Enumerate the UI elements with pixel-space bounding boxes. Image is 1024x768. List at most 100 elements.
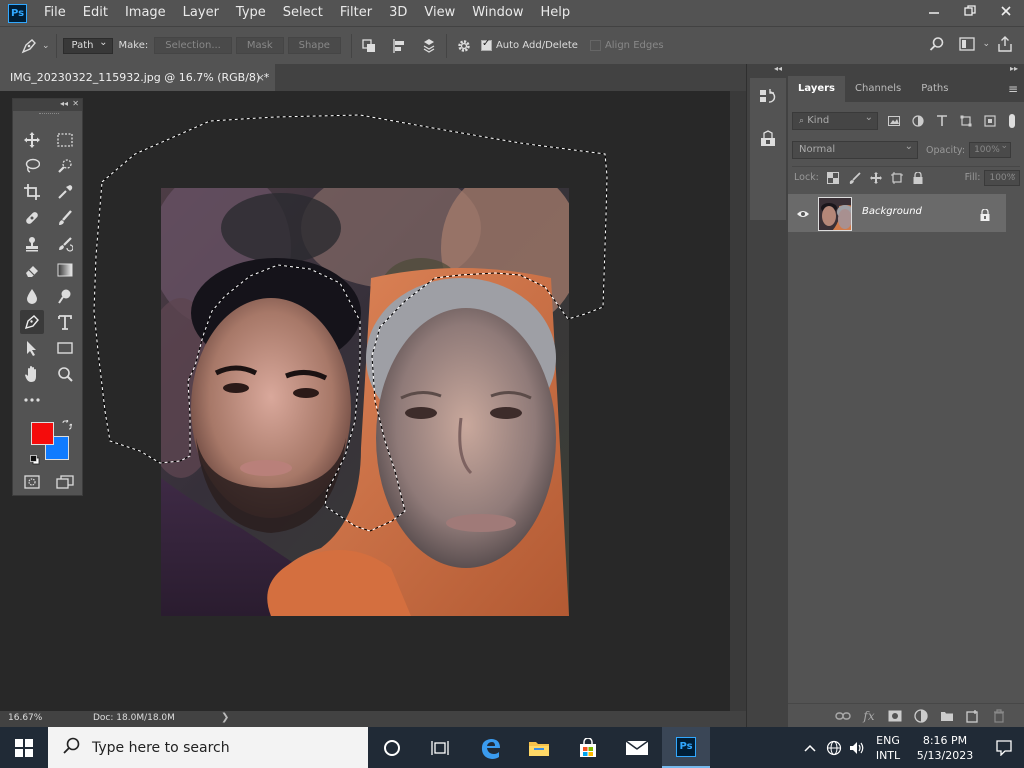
clone-stamp-tool-icon[interactable]: [20, 232, 44, 256]
layer-thumbnail[interactable]: [818, 197, 852, 231]
menu-window[interactable]: Window: [462, 0, 530, 26]
quick-select-tool-icon[interactable]: [53, 154, 77, 178]
align-edges-checkbox[interactable]: [589, 40, 601, 51]
crop-tool-icon[interactable]: [20, 180, 44, 204]
marquee-tool-icon[interactable]: [53, 128, 77, 152]
photoshop-taskbar-icon[interactable]: Ps: [662, 727, 710, 768]
add-mask-icon[interactable]: [886, 707, 904, 725]
windows-start-icon[interactable]: [0, 727, 48, 768]
collapse-icon[interactable]: ◂◂: [60, 99, 68, 108]
tool-mode-select[interactable]: Path: [62, 36, 113, 54]
lock-position-icon[interactable]: [869, 170, 882, 186]
chevron-down-icon[interactable]: ⌄: [42, 41, 50, 51]
microsoft-store-icon[interactable]: [564, 727, 612, 768]
rectangle-tool-icon[interactable]: [53, 336, 77, 360]
filter-smart-object-icon[interactable]: [982, 113, 998, 129]
input-language[interactable]: ENG INTL: [870, 733, 906, 763]
minimize-icon[interactable]: [916, 0, 952, 22]
gear-icon[interactable]: [453, 35, 475, 57]
network-globe-icon[interactable]: [822, 727, 846, 768]
volume-icon[interactable]: [846, 727, 870, 768]
lasso-tool-icon[interactable]: [20, 154, 44, 178]
make-shape-button[interactable]: Shape: [287, 37, 341, 54]
eraser-tool-icon[interactable]: [20, 258, 44, 282]
status-menu-arrow[interactable]: ❯: [221, 712, 229, 723]
pen-tool-preset-icon[interactable]: [18, 35, 40, 57]
menu-filter[interactable]: Filter: [330, 0, 379, 26]
menu-edit[interactable]: Edit: [73, 0, 115, 26]
document-tab[interactable]: IMG_20230322_115932.jpg @ 16.7% (RGB/8) …: [0, 64, 275, 91]
tab-channels[interactable]: Channels: [845, 76, 911, 102]
filter-toggle-icon[interactable]: [1004, 113, 1020, 129]
menu-type[interactable]: Type: [226, 0, 273, 26]
fill-input[interactable]: 100%: [984, 167, 1021, 186]
taskbar-search-box[interactable]: Type here to search: [48, 727, 368, 768]
menu-3d[interactable]: 3D: [379, 0, 414, 26]
chevron-up-icon[interactable]: [798, 727, 822, 768]
make-selection-button[interactable]: Selection...: [154, 37, 232, 54]
tab-paths[interactable]: Paths: [911, 76, 958, 102]
lock-transparent-pixels-icon[interactable]: [827, 170, 840, 186]
tab-layers[interactable]: Layers: [788, 76, 845, 102]
hand-tool-icon[interactable]: [20, 362, 44, 386]
lock-image-pixels-icon[interactable]: [848, 170, 861, 186]
delete-layer-icon[interactable]: [990, 707, 1008, 725]
layer-row-background[interactable]: Background: [788, 194, 1006, 232]
path-selection-tool-icon[interactable]: [20, 336, 44, 360]
path-arrangement-icon[interactable]: [418, 35, 440, 57]
menu-image[interactable]: Image: [115, 0, 173, 26]
expand-panels-icon[interactable]: ◂◂: [774, 64, 782, 73]
move-tool-icon[interactable]: [20, 128, 44, 152]
menu-view[interactable]: View: [414, 0, 462, 26]
dodge-tool-icon[interactable]: [53, 284, 77, 308]
tools-panel-header[interactable]: ◂◂ ✕: [13, 99, 82, 111]
adjustment-layer-icon[interactable]: [912, 707, 930, 725]
filter-shape-icon[interactable]: [958, 113, 974, 129]
lock-all-icon[interactable]: [911, 170, 924, 186]
clock[interactable]: 8:16 PM 5/13/2023: [906, 733, 984, 763]
fx-icon[interactable]: fx: [860, 707, 878, 725]
quick-mask-icon[interactable]: [20, 470, 44, 494]
pen-tool-icon[interactable]: [20, 310, 44, 334]
menu-file[interactable]: File: [34, 0, 73, 26]
new-layer-icon[interactable]: [964, 707, 982, 725]
layer-name[interactable]: Background: [862, 206, 922, 217]
menu-layer[interactable]: Layer: [173, 0, 226, 26]
share-icon[interactable]: [994, 33, 1016, 55]
make-mask-button[interactable]: Mask: [235, 37, 284, 54]
document-image[interactable]: [161, 188, 569, 616]
swap-colors-icon[interactable]: [62, 419, 73, 433]
zoom-level[interactable]: 16.67%: [8, 713, 42, 723]
screen-mode-icon[interactable]: [53, 470, 77, 494]
eye-icon[interactable]: [796, 206, 810, 220]
close-icon[interactable]: [988, 0, 1024, 22]
filter-kind-select[interactable]: ⌕ Kind: [792, 110, 878, 130]
workspace-icon[interactable]: [956, 33, 978, 55]
panel-collapse-bar[interactable]: ▸▸: [788, 64, 1024, 76]
menu-select[interactable]: Select: [273, 0, 330, 26]
filter-type-icon[interactable]: [934, 113, 950, 129]
link-layers-icon[interactable]: [834, 707, 852, 725]
edit-toolbar-icon[interactable]: [20, 388, 44, 412]
new-group-icon[interactable]: [938, 707, 956, 725]
mail-icon[interactable]: [613, 727, 661, 768]
zoom-tool-icon[interactable]: [53, 362, 77, 386]
filter-pixel-icon[interactable]: [886, 113, 902, 129]
blend-mode-select[interactable]: Normal: [792, 139, 918, 159]
healing-brush-tool-icon[interactable]: [20, 206, 44, 230]
type-tool-icon[interactable]: [53, 310, 77, 334]
filter-adjustment-icon[interactable]: [910, 113, 926, 129]
history-brush-tool-icon[interactable]: [53, 232, 77, 256]
properties-panel-icon[interactable]: [757, 128, 779, 150]
vertical-scrollbar[interactable]: [730, 91, 746, 711]
path-alignment-icon[interactable]: [388, 35, 410, 57]
close-icon[interactable]: ×: [256, 64, 265, 91]
opacity-input[interactable]: 100%: [969, 139, 1012, 158]
cortana-icon[interactable]: [368, 727, 416, 768]
gradient-tool-icon[interactable]: [53, 258, 77, 282]
close-icon[interactable]: ✕: [72, 99, 79, 108]
brush-tool-icon[interactable]: [53, 206, 77, 230]
chevron-down-icon[interactable]: ⌄: [982, 39, 990, 49]
blur-tool-icon[interactable]: [20, 284, 44, 308]
auto-add-delete-checkbox[interactable]: [480, 38, 492, 51]
